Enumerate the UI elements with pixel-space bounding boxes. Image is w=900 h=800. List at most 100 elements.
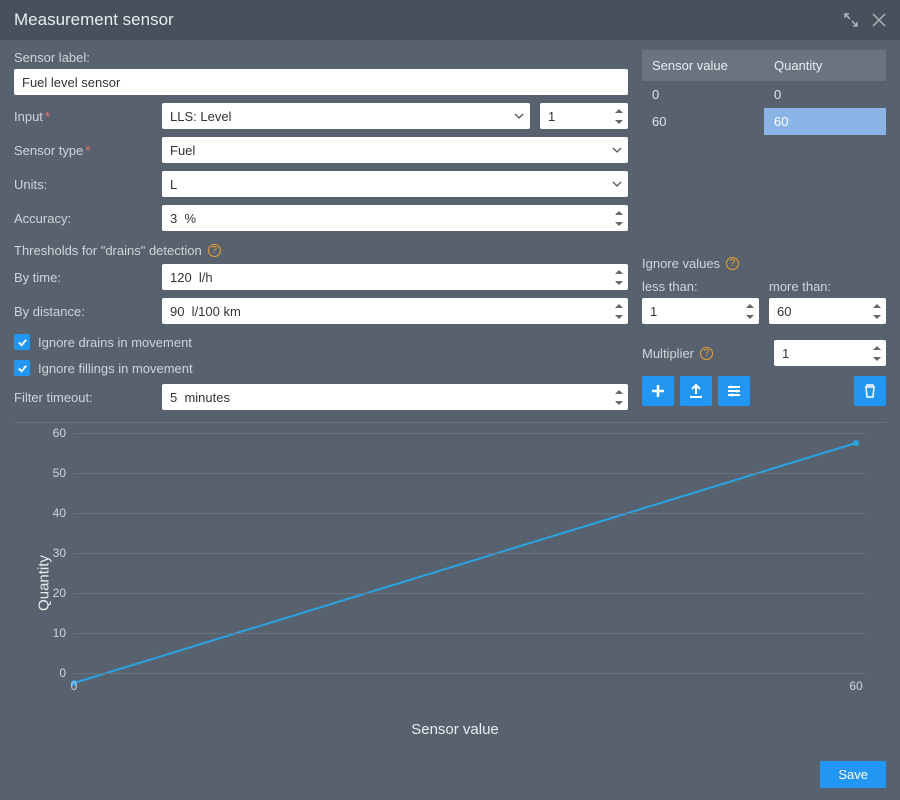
trash-icon (862, 383, 878, 399)
y-tick-label: 50 (53, 466, 66, 480)
cell-sensor-value: 60 (642, 108, 764, 135)
by-distance-label: By distance: (14, 304, 152, 319)
multiplier-value[interactable] (774, 340, 886, 366)
by-time-value[interactable] (162, 264, 628, 290)
table-row[interactable]: 6060 (642, 108, 886, 135)
help-icon[interactable]: ? (208, 244, 221, 257)
x-axis-title: Sensor value (34, 721, 876, 738)
cell-sensor-value: 0 (642, 81, 764, 108)
ignore-fillings-label: Ignore fillings in movement (38, 361, 193, 376)
table-row[interactable]: 00 (642, 81, 886, 108)
chart-line-path (74, 443, 856, 683)
grid-line (74, 433, 866, 434)
settings-button[interactable] (718, 376, 750, 406)
accuracy-label: Accuracy: (14, 211, 152, 226)
table-head: Sensor value Quantity (642, 50, 886, 81)
accuracy-spinner[interactable] (162, 205, 628, 231)
upload-icon (688, 383, 704, 399)
by-time-spinner[interactable] (162, 264, 628, 290)
input-select-value[interactable]: LLS: Level (162, 103, 530, 129)
less-than-value[interactable] (642, 298, 759, 324)
right-toolbar (642, 376, 886, 406)
help-icon[interactable]: ? (700, 347, 713, 360)
dialog-footer: Save (0, 753, 900, 800)
more-than-value[interactable] (769, 298, 886, 324)
dialog-title: Measurement sensor (14, 10, 174, 30)
upload-button[interactable] (680, 376, 712, 406)
units-label: Units: (14, 177, 152, 192)
multiplier-label: Multiplier (642, 346, 694, 361)
grid-line (74, 673, 866, 674)
filter-timeout-value[interactable] (162, 384, 628, 410)
y-tick-label: 40 (53, 506, 66, 520)
ignore-fillings-checkbox[interactable] (14, 360, 30, 376)
input-index-spinner[interactable] (540, 103, 628, 129)
ignore-values-label: Ignore values ? (642, 256, 886, 271)
input-index-value[interactable] (540, 103, 628, 129)
sensor-label-label: Sensor label: (14, 50, 628, 65)
measurement-sensor-dialog: Measurement sensor Sensor label: Input L… (0, 0, 900, 800)
sensor-type-value[interactable]: Fuel (162, 137, 628, 163)
units-select[interactable]: L (162, 171, 628, 197)
y-axis-title: Quantity (35, 555, 52, 611)
input-select[interactable]: LLS: Level (162, 103, 530, 129)
save-button[interactable]: Save (820, 761, 886, 788)
filter-timeout-label: Filter timeout: (14, 390, 152, 405)
check-icon (17, 337, 28, 348)
input-label: Input (14, 109, 152, 124)
close-icon[interactable] (872, 13, 886, 27)
cell-quantity: 0 (764, 81, 886, 108)
thresholds-section-label: Thresholds for "drains" detection ? (14, 243, 628, 258)
chart-area: Quantity 0 10 20 30 40 50 60 0 60 Sensor value (14, 422, 886, 742)
cell-quantity: 60 (764, 108, 886, 135)
x-tick-label: 60 (849, 679, 862, 693)
less-than-label: less than: (642, 279, 759, 294)
check-icon (17, 363, 28, 374)
y-tick-label: 60 (53, 426, 66, 440)
ignore-values-text: Ignore values (642, 256, 720, 271)
by-time-label: By time: (14, 270, 152, 285)
titlebar: Measurement sensor (0, 0, 900, 40)
calibration-chart: 0102030405060060 (74, 433, 876, 693)
less-than-spinner[interactable] (642, 298, 759, 324)
chart-point (853, 440, 859, 446)
thresholds-text: Thresholds for "drains" detection (14, 243, 202, 258)
by-distance-value[interactable] (162, 298, 628, 324)
sensor-type-label: Sensor type (14, 143, 152, 158)
accuracy-value[interactable] (162, 205, 628, 231)
help-icon[interactable]: ? (726, 257, 739, 270)
grid-line (74, 633, 866, 634)
ignore-drains-checkbox[interactable] (14, 334, 30, 350)
more-than-spinner[interactable] (769, 298, 886, 324)
sensor-label-block: Sensor label: (14, 50, 628, 95)
ignore-fillings-row: Ignore fillings in movement (14, 360, 628, 376)
plus-icon (650, 383, 666, 399)
delete-button[interactable] (854, 376, 886, 406)
multiplier-spinner[interactable] (774, 340, 886, 366)
th-sensor-value: Sensor value (642, 50, 764, 81)
y-tick-label: 20 (53, 586, 66, 600)
ignore-drains-row: Ignore drains in movement (14, 334, 628, 350)
grid-line (74, 553, 866, 554)
grid-line (74, 513, 866, 514)
by-distance-spinner[interactable] (162, 298, 628, 324)
units-value[interactable]: L (162, 171, 628, 197)
filter-timeout-spinner[interactable] (162, 384, 628, 410)
grid-line (74, 593, 866, 594)
expand-icon[interactable] (844, 13, 858, 27)
th-quantity: Quantity (764, 50, 886, 81)
y-tick-label: 0 (59, 666, 66, 680)
sliders-icon (726, 383, 742, 399)
calibration-table: Sensor value Quantity 006060 (642, 50, 886, 248)
table-body: 006060 (642, 81, 886, 248)
grid-line (74, 473, 866, 474)
sensor-label-input[interactable] (14, 69, 628, 95)
ignore-drains-label: Ignore drains in movement (38, 335, 192, 350)
add-row-button[interactable] (642, 376, 674, 406)
x-tick-label: 0 (71, 679, 78, 693)
sensor-type-select[interactable]: Fuel (162, 137, 628, 163)
more-than-label: more than: (769, 279, 886, 294)
y-tick-label: 30 (53, 546, 66, 560)
y-tick-label: 10 (53, 626, 66, 640)
titlebar-actions (844, 13, 886, 27)
